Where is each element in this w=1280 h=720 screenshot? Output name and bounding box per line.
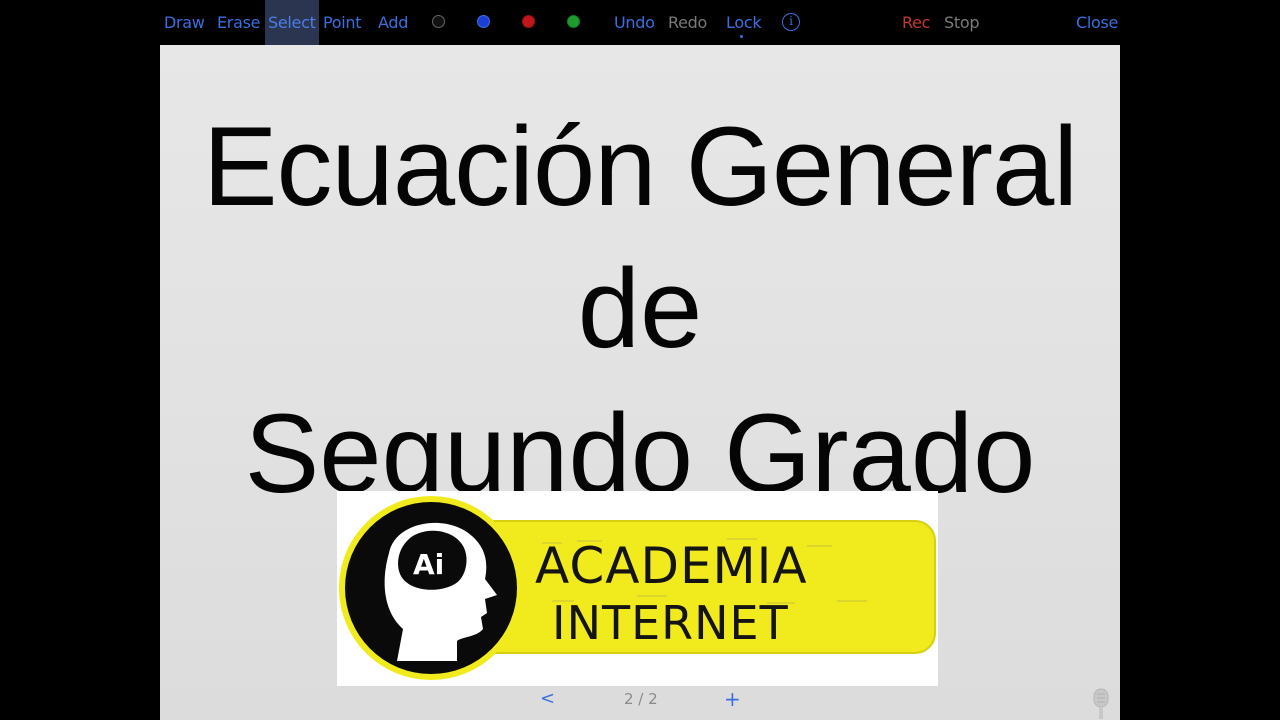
close-button[interactable]: Close	[1076, 0, 1118, 45]
select-button[interactable]: Select	[265, 0, 319, 45]
undo-button[interactable]: Undo	[614, 0, 655, 45]
info-icon[interactable]: i	[782, 13, 800, 31]
lock-button[interactable]: Lock	[726, 0, 762, 45]
slide-counter: 2 / 2	[624, 690, 658, 708]
slide-canvas[interactable]: Ecuación General de Segundo Grado Ai ACA…	[160, 45, 1120, 720]
lock-indicator	[740, 35, 743, 38]
stop-button[interactable]: Stop	[944, 0, 979, 45]
microphone-icon[interactable]	[1091, 688, 1111, 720]
previous-slide-button[interactable]: <	[540, 688, 555, 710]
logo-word-internet: INTERNET	[552, 596, 789, 650]
color-green-button[interactable]	[567, 15, 580, 28]
rec-button[interactable]: Rec	[902, 0, 930, 45]
toolbar: Draw Erase Select Point Add Undo Redo Lo…	[0, 0, 1280, 45]
point-button[interactable]: Point	[323, 0, 362, 45]
academia-internet-logo: Ai ACADEMIA INTERNET	[337, 491, 938, 686]
add-button[interactable]: Add	[378, 0, 408, 45]
color-red-button[interactable]	[522, 15, 535, 28]
slide-title-line-2: de	[577, 246, 703, 371]
logo-badge-text: Ai	[413, 548, 444, 581]
draw-button[interactable]: Draw	[164, 0, 205, 45]
color-blue-button[interactable]	[477, 15, 490, 28]
logo-graphic: Ai ACADEMIA INTERNET	[339, 496, 936, 680]
slide-title-line-1: Ecuación General	[202, 104, 1078, 229]
logo-word-academia: ACADEMIA	[535, 537, 808, 595]
add-slide-button[interactable]: +	[724, 688, 741, 710]
redo-button[interactable]: Redo	[668, 0, 707, 45]
erase-button[interactable]: Erase	[217, 0, 260, 45]
color-black-button[interactable]	[432, 15, 445, 28]
